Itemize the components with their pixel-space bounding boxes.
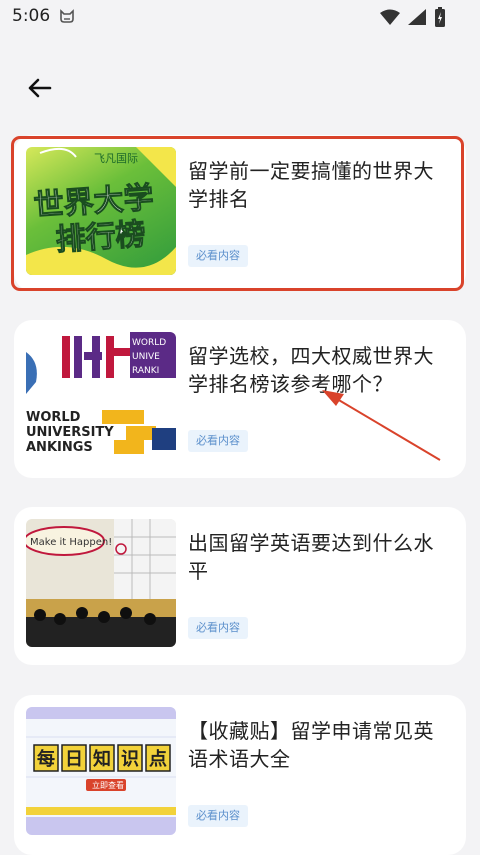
article-title: 出国留学英语要达到什么水平	[188, 531, 434, 583]
notification-icon	[60, 9, 74, 23]
thumb-text: WORLD	[132, 338, 166, 348]
article-thumbnail: WORLD UNIVE RANKI WORLD UNIVERSITY ANKIN…	[26, 332, 176, 460]
thumb-text: WORLD	[26, 410, 81, 425]
thumb-char: 每	[37, 748, 55, 770]
signal-icon	[408, 9, 426, 25]
article-tag: 必看内容	[188, 617, 248, 639]
battery-icon	[435, 7, 445, 27]
back-arrow-icon[interactable]	[22, 70, 58, 106]
thumb-char: 识	[121, 749, 139, 770]
thumb-text: RANKI	[132, 366, 159, 376]
thumb-char: 知	[93, 748, 111, 770]
article-thumbnail: Make it Happen!	[26, 519, 176, 647]
thumb-text: UNIVERSITY	[26, 425, 114, 440]
wifi-icon	[380, 9, 400, 25]
article-tag: 必看内容	[188, 430, 248, 452]
highlight-box	[11, 136, 464, 291]
article-card[interactable]: 每日知识点 立即查看 【收藏贴】留学申请常见英语术语大全 必看内容	[14, 695, 466, 855]
article-card[interactable]: Make it Happen! 出国留学英语要达到什么水平 必看内容	[14, 507, 466, 665]
thumb-bubble: Make it Happen!	[30, 537, 112, 548]
thumb-char: 日	[65, 749, 83, 770]
article-thumbnail: 每日知识点 立即查看	[26, 707, 176, 835]
thumb-text: UNIVE	[132, 352, 160, 362]
thumb-button: 立即查看	[92, 780, 124, 790]
article-tag: 必看内容	[188, 805, 248, 827]
status-time: 5:06	[12, 6, 51, 26]
status-bar: 5:06	[0, 0, 480, 34]
thumb-text: ANKINGS	[26, 440, 93, 455]
annotation-arrow-icon	[322, 390, 441, 461]
article-title: 【收藏贴】留学申请常见英语术语大全	[188, 719, 434, 771]
thumb-char: 点	[149, 748, 167, 770]
